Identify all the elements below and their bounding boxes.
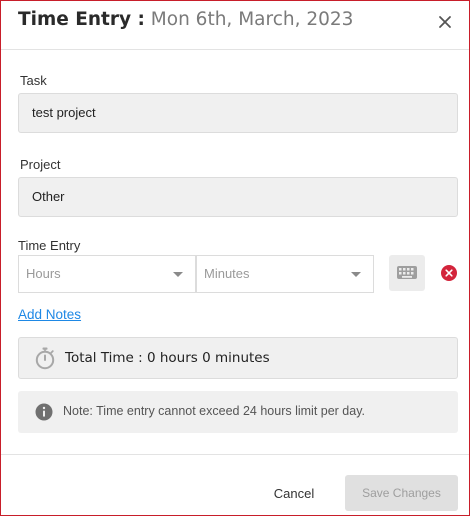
task-label: Task (20, 73, 47, 88)
dialog-title: Time Entry : Mon 6th, March, 2023 (18, 8, 353, 32)
minutes-select[interactable]: Minutes (196, 255, 374, 293)
close-button[interactable] (436, 13, 454, 31)
add-notes-link[interactable]: Add Notes (18, 307, 81, 322)
info-icon (35, 403, 53, 421)
chevron-down-icon (351, 272, 361, 277)
hours-placeholder: Hours (26, 266, 61, 281)
keyboard-input-button[interactable] (389, 255, 425, 291)
minutes-placeholder: Minutes (204, 266, 250, 281)
project-field[interactable]: Other (18, 177, 458, 217)
dialog-header: Time Entry : Mon 6th, March, 2023 (1, 1, 469, 50)
close-icon (439, 16, 451, 28)
time-entry-dialog: Time Entry : Mon 6th, March, 2023 Task t… (0, 0, 470, 516)
stopwatch-icon (35, 347, 55, 370)
remove-circle-icon (445, 269, 453, 277)
keyboard-icon (397, 266, 417, 279)
hours-select[interactable]: Hours (18, 255, 196, 293)
project-label: Project (20, 157, 61, 172)
note-box: Note: Time entry cannot exceed 24 hours … (18, 391, 458, 433)
cancel-button[interactable]: Cancel (263, 477, 325, 511)
remove-time-entry-button[interactable] (441, 265, 457, 281)
time-entry-label: Time Entry (18, 238, 81, 253)
total-time-box: Total Time : 0 hours 0 minutes (18, 337, 458, 379)
footer-divider (1, 454, 469, 455)
task-field[interactable]: test project (18, 93, 458, 133)
total-time-text: Total Time : 0 hours 0 minutes (65, 350, 270, 366)
dialog-title-label: Time Entry : (18, 9, 145, 30)
dialog-title-date: Mon 6th, March, 2023 (150, 9, 354, 30)
save-changes-button[interactable]: Save Changes (345, 475, 458, 511)
note-text: Note: Time entry cannot exceed 24 hours … (63, 404, 366, 418)
chevron-down-icon (173, 272, 183, 277)
